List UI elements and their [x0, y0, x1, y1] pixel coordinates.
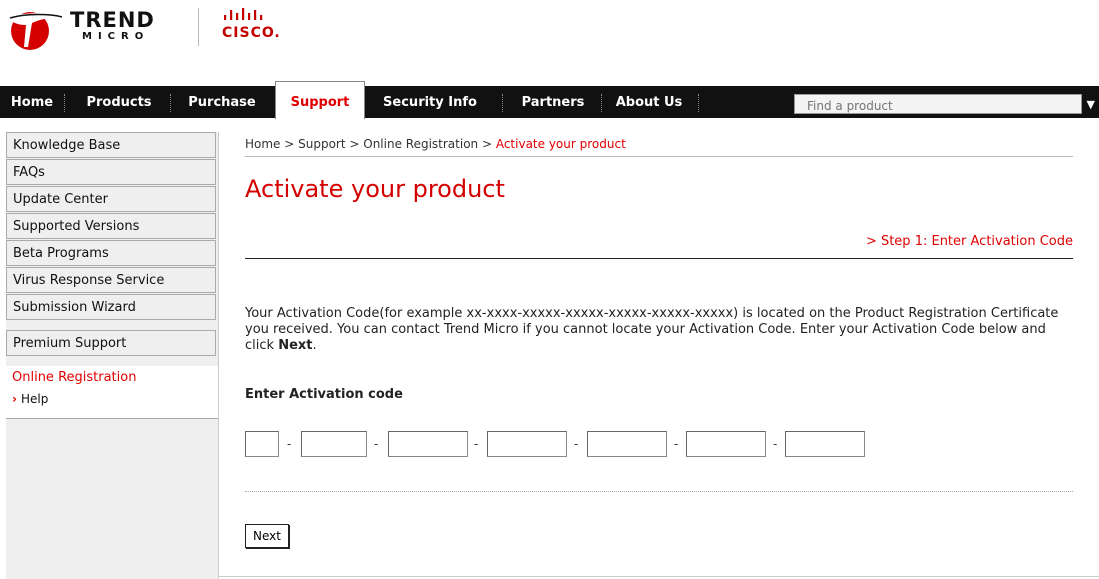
activation-code-field-5[interactable] [587, 431, 667, 457]
logo-divider [198, 8, 199, 46]
cisco-logo[interactable]: CISCO. [222, 7, 302, 47]
nav-separator [601, 94, 603, 112]
breadcrumb-sep: > [345, 137, 364, 151]
instructions-next-emphasis: Next [278, 338, 313, 353]
nav-security-info[interactable]: Security Info [366, 86, 494, 118]
breadcrumb: Home > Support > Online Registration > A… [245, 137, 626, 151]
breadcrumb-sep: > [478, 137, 496, 151]
breadcrumb-online-registration[interactable]: Online Registration [363, 137, 478, 151]
content-bottom-border [218, 576, 1099, 577]
breadcrumb-home[interactable]: Home [245, 137, 280, 151]
main-nav: Home Products Purchase Support Security … [0, 81, 1099, 119]
nav-separator [64, 94, 66, 112]
sidebar-item-virus-response[interactable]: Virus Response Service [6, 267, 216, 293]
content-divider [218, 132, 219, 579]
code-dash: - [674, 437, 679, 451]
sidebar-item-beta-programs[interactable]: Beta Programs [6, 240, 216, 266]
activation-code-field-7[interactable] [785, 431, 865, 457]
sidebar-help-label: Help [20, 392, 49, 406]
nav-home[interactable]: Home [6, 86, 58, 118]
site-header: TREND MICRO CISCO. [0, 0, 1099, 80]
micro-word: MICRO [82, 31, 150, 42]
trend-micro-ball-icon [8, 12, 64, 50]
code-dash: - [474, 437, 479, 451]
step-divider [245, 258, 1073, 259]
breadcrumb-sep: > [280, 137, 299, 151]
chevron-down-icon[interactable]: ▼ [1087, 98, 1095, 111]
nav-separator [502, 94, 504, 112]
activation-code-field-6[interactable] [686, 431, 766, 457]
activation-code-field-1[interactable] [245, 431, 279, 457]
step-indicator: > Step 1: Enter Activation Code [865, 234, 1073, 249]
cisco-wordmark: CISCO. [222, 25, 281, 41]
sidebar-item-submission-wizard[interactable]: Submission Wizard [6, 294, 216, 320]
nav-purchase[interactable]: Purchase [176, 86, 268, 118]
trend-micro-logo[interactable]: TREND MICRO [6, 5, 236, 51]
page-title: Activate your product [245, 175, 505, 203]
sidebar: Knowledge Base FAQs Update Center Suppor… [6, 132, 218, 579]
trend-micro-wordmark: TREND MICRO [70, 9, 155, 43]
sidebar-item-knowledge-base[interactable]: Knowledge Base [6, 132, 216, 158]
instructions-body: Your Activation Code(for example xx-xxxx… [245, 306, 1059, 353]
nav-separator [698, 94, 700, 112]
sidebar-item-premium-support[interactable]: Premium Support [6, 330, 216, 356]
form-divider [245, 491, 1073, 492]
activation-code-field-3[interactable] [388, 431, 468, 457]
activation-code-label: Enter Activation code [245, 387, 403, 402]
sidebar-item-help[interactable]: › Help [12, 392, 48, 406]
nav-products[interactable]: Products [74, 86, 164, 118]
breadcrumb-support[interactable]: Support [298, 137, 345, 151]
code-dash: - [374, 437, 379, 451]
sidebar-item-supported-versions[interactable]: Supported Versions [6, 213, 216, 239]
product-search[interactable]: ▼ [794, 94, 1095, 115]
activation-code-field-4[interactable] [487, 431, 567, 457]
nav-partners[interactable]: Partners [508, 86, 598, 118]
breadcrumb-divider [245, 156, 1073, 157]
cisco-bars-icon [224, 8, 263, 20]
code-dash: - [287, 437, 292, 451]
code-dash: - [574, 437, 579, 451]
nav-support[interactable]: Support [275, 81, 365, 119]
breadcrumb-current: Activate your product [495, 137, 626, 151]
next-button[interactable]: Next [245, 524, 289, 548]
sidebar-item-online-registration[interactable]: Online Registration [12, 370, 136, 385]
activation-code-field-2[interactable] [301, 431, 367, 457]
chevron-right-icon: › [12, 392, 17, 406]
product-search-input[interactable] [795, 97, 1067, 115]
trend-word: TREND [70, 8, 155, 32]
nav-about-us[interactable]: About Us [606, 86, 692, 118]
sidebar-item-update-center[interactable]: Update Center [6, 186, 216, 212]
instructions-period: . [312, 338, 317, 353]
code-dash: - [773, 437, 778, 451]
nav-separator [170, 94, 172, 112]
instructions-text: Your Activation Code(for example xx-xxxx… [245, 306, 1071, 354]
sidebar-item-faqs[interactable]: FAQs [6, 159, 216, 185]
